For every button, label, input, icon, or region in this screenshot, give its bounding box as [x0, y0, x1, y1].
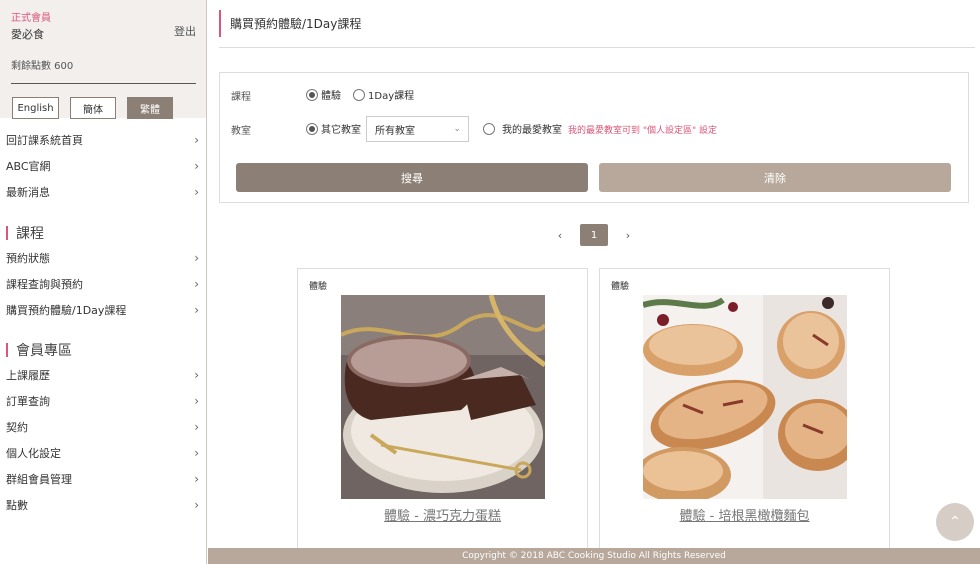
classroom-radio-favorite[interactable]: 我的最愛教室	[483, 121, 562, 136]
chevron-right-icon: ›	[194, 368, 199, 382]
section-accent-bar	[6, 226, 8, 240]
chevron-right-icon: ›	[194, 472, 199, 486]
chevron-up-icon: ⌃	[949, 514, 961, 530]
sidebar-item-label: 點數	[6, 499, 28, 512]
lang-traditional-button[interactable]: 繁體	[127, 97, 173, 119]
chocolate-cake-image[interactable]	[341, 295, 545, 499]
section-accent-bar	[6, 343, 8, 357]
chevron-right-icon: ›	[194, 303, 199, 317]
chevron-right-icon: ›	[194, 251, 199, 265]
chevron-right-icon: ›	[194, 420, 199, 434]
sidebar-item-label: 課程查詢與預約	[6, 278, 83, 291]
sidebar: 正式會員 愛必食 登出 剩餘點數 600 English 簡体 繁體 回訂課系統…	[0, 0, 207, 564]
sidebar-item-label: ABC官網	[6, 160, 51, 173]
sidebar-item-booking-status[interactable]: 預約狀態 ›	[0, 245, 206, 271]
footer-copyright: Copyright © 2018 ABC Cooking Studio All …	[208, 548, 980, 564]
sidebar-item-label: 契約	[6, 421, 28, 434]
sidebar-item-orders[interactable]: 訂單查詢 ›	[0, 388, 206, 414]
course-type-tag: 體驗	[611, 282, 630, 292]
lang-english-button[interactable]: English	[12, 97, 59, 119]
sidebar-item-contracts[interactable]: 契約 ›	[0, 414, 206, 440]
section-title: 課程	[16, 226, 44, 242]
radio-label: 我的最愛教室	[502, 125, 562, 136]
course-title-link[interactable]: 體驗 - 濃巧克力蛋糕	[298, 505, 587, 524]
chevron-right-icon: ›	[194, 394, 199, 408]
logout-link[interactable]: 登出	[174, 23, 196, 39]
search-panel: 課程 體驗 1Day課程 教室 其它教室 所有教室 ⌄ 我的最愛教室 我的最愛教…	[219, 72, 969, 203]
main-content: 購買預約體驗/1Day課程 課程 體驗 1Day課程 教室 其它教室 所有教室 …	[208, 0, 980, 564]
chevron-right-icon: ›	[194, 185, 199, 199]
page-number-current[interactable]: 1	[580, 224, 608, 246]
sidebar-item-label: 上課履歷	[6, 369, 50, 382]
sidebar-item-label: 訂單查詢	[6, 395, 50, 408]
sidebar-item-label: 群組會員管理	[6, 473, 72, 486]
sidebar-item-label: 預約狀態	[6, 252, 50, 265]
section-title: 會員專區	[16, 343, 72, 359]
sidebar-item-label: 回訂課系統首頁	[6, 134, 83, 147]
chevron-right-icon: ›	[194, 277, 199, 291]
radio-unchecked-icon	[353, 88, 365, 101]
lang-simplified-button[interactable]: 簡体	[70, 97, 116, 119]
radio-label: 1Day課程	[368, 91, 415, 102]
sidebar-item-label: 最新消息	[6, 186, 50, 199]
chevron-down-icon: ⌄	[453, 124, 461, 134]
chevron-right-icon: ›	[194, 446, 199, 460]
radio-checked-icon	[306, 122, 318, 135]
course-title-link[interactable]: 體驗 - 培根黑橄欖麵包	[600, 505, 889, 524]
favorite-hint: 我的最愛教室可到 "個人設定區" 設定	[568, 126, 718, 136]
radio-label: 其它教室	[321, 125, 361, 136]
course-radio-trial[interactable]: 體驗	[306, 87, 341, 102]
title-divider	[219, 47, 975, 48]
course-label: 課程	[231, 92, 251, 103]
sidebar-item-settings[interactable]: 個人化設定 ›	[0, 440, 206, 466]
sidebar-item-history[interactable]: 上課履歷 ›	[0, 362, 206, 388]
sidebar-item-course-search[interactable]: 課程查詢與預約 ›	[0, 271, 206, 297]
sidebar-item-home[interactable]: 回訂課系統首頁 ›	[0, 127, 206, 153]
sidebar-item-label: 個人化設定	[6, 447, 61, 460]
classroom-select[interactable]: 所有教室 ⌄	[366, 116, 469, 142]
course-radio-1day[interactable]: 1Day課程	[353, 87, 414, 102]
course-card[interactable]: 體驗 體驗 - 培根黑橄欖麵包	[599, 268, 890, 558]
search-button[interactable]: 搜尋	[236, 163, 588, 192]
prev-page-button[interactable]: ‹	[545, 224, 575, 246]
chevron-right-icon: ›	[194, 133, 199, 147]
chevron-right-icon: ›	[194, 159, 199, 173]
select-value: 所有教室	[375, 125, 415, 137]
classroom-radio-other[interactable]: 其它教室	[306, 121, 361, 136]
sidebar-item-label: 購買預約體驗/1Day課程	[6, 304, 127, 317]
radio-unchecked-icon	[483, 122, 495, 135]
points-remaining: 剩餘點數 600	[11, 61, 74, 72]
classroom-label: 教室	[231, 126, 251, 137]
pagination: ‹ 1 ›	[545, 224, 643, 246]
section-heading-member: 會員專區	[0, 338, 206, 362]
page-title: 購買預約體驗/1Day課程	[219, 10, 361, 37]
bacon-olive-bread-image[interactable]	[643, 295, 847, 499]
sidebar-item-buy-trial[interactable]: 購買預約體驗/1Day課程 ›	[0, 297, 206, 323]
member-name: 愛必食	[11, 28, 44, 41]
radio-checked-icon	[306, 88, 318, 101]
sidebar-nav: 回訂課系統首頁 › ABC官網 › 最新消息 › 課程 預約狀態 › 課程查詢與…	[0, 118, 206, 518]
course-type-tag: 體驗	[309, 282, 328, 292]
member-divider	[11, 83, 196, 84]
sidebar-item-abc-site[interactable]: ABC官網 ›	[0, 153, 206, 179]
course-card[interactable]: 體驗 體驗 - 濃巧克力蛋糕	[297, 268, 588, 558]
next-page-button[interactable]: ›	[613, 224, 643, 246]
radio-label: 體驗	[321, 91, 341, 102]
language-switcher: English 簡体 繁體	[12, 97, 173, 119]
chevron-right-icon: ›	[194, 498, 199, 512]
member-type-label: 正式會員	[11, 13, 51, 24]
clear-button[interactable]: 清除	[599, 163, 951, 192]
sidebar-item-news[interactable]: 最新消息 ›	[0, 179, 206, 205]
sidebar-item-points[interactable]: 點數 ›	[0, 492, 206, 518]
scroll-to-top-button[interactable]: ⌃	[936, 503, 974, 541]
section-heading-course: 課程	[0, 221, 206, 245]
sidebar-item-group[interactable]: 群組會員管理 ›	[0, 466, 206, 492]
